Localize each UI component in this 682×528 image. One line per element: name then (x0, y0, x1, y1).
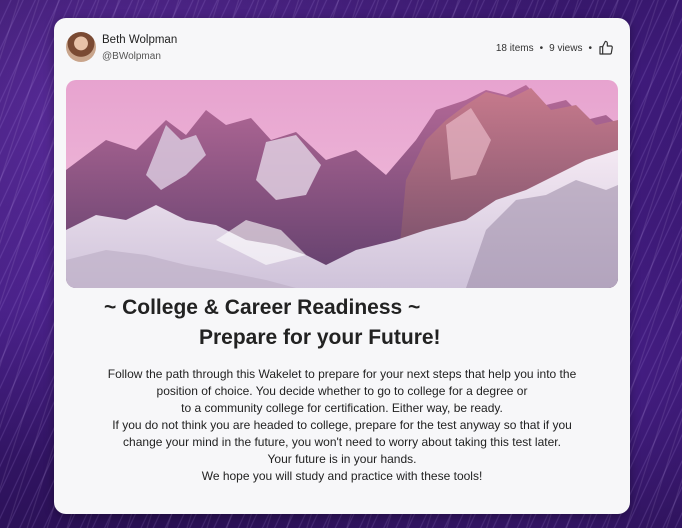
avatar[interactable] (66, 32, 96, 62)
description-line: We hope you will study and practice with… (201, 469, 483, 483)
separator-dot: • (539, 42, 544, 54)
author-name[interactable]: Beth Wolpman (102, 34, 177, 46)
description-line: Follow the path through this Wakelet to … (107, 367, 577, 381)
collection-title-line2: Prepare for your Future! (199, 326, 441, 349)
separator-dot: • (588, 42, 592, 54)
description-line: change your mind in the future, you won'… (123, 435, 561, 449)
description-line: to a community college for certification… (181, 401, 503, 415)
author-handle[interactable]: @BWolpman (102, 51, 161, 62)
collection-description: Follow the path through this Wakelet to … (54, 366, 630, 485)
description-line: Your future is in your hands. (267, 452, 417, 466)
collection-stats: 18 items • 9 views • (496, 40, 614, 56)
wakelet-card: Beth Wolpman @BWolpman 18 items • 9 view… (54, 18, 630, 514)
collection-title-line1: ~ College & Career Readiness ~ (104, 296, 421, 319)
description-line: position of choice. You decide whether t… (156, 384, 528, 398)
views-count: 9 views (549, 42, 583, 54)
thumbs-up-icon[interactable] (598, 40, 614, 56)
items-count: 18 items (495, 42, 534, 54)
description-line: If you do not think you are headed to co… (112, 418, 572, 432)
cover-image (66, 80, 618, 288)
